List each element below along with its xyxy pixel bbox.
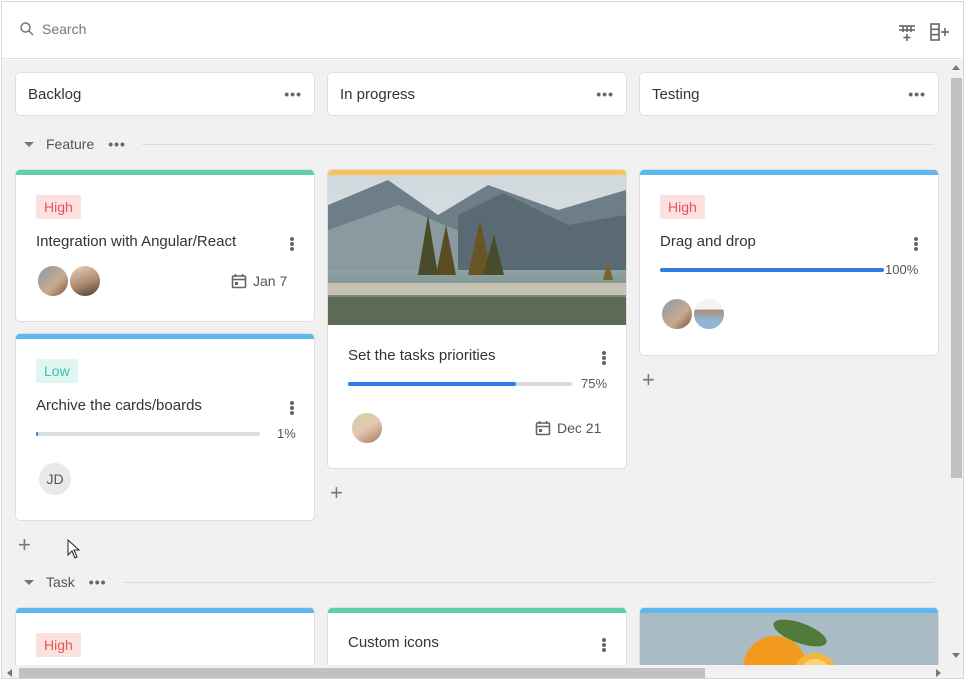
- card-menu-icon[interactable]: [914, 237, 918, 251]
- card-accent-bar: [16, 170, 314, 175]
- scroll-left-icon[interactable]: [7, 669, 12, 677]
- card-archive[interactable]: Low Archive the cards/boards 1% JD: [15, 333, 315, 521]
- card-title: Archive the cards/boards: [36, 397, 202, 414]
- scroll-thumb[interactable]: [951, 78, 962, 478]
- due-date-text: Jan 7: [253, 273, 288, 289]
- card-accent-bar: [328, 608, 626, 613]
- progress-percent: 75%: [581, 376, 608, 391]
- scroll-up-icon[interactable]: [952, 65, 960, 70]
- row-header-feature: Feature •••: [24, 136, 934, 152]
- priority-badge: High: [36, 195, 81, 219]
- horizontal-scrollbar[interactable]: [2, 665, 963, 678]
- add-card-button[interactable]: +: [18, 534, 31, 556]
- column-title: In progress: [340, 85, 416, 103]
- add-column-icon[interactable]: [896, 21, 918, 43]
- card-menu-icon[interactable]: [602, 638, 606, 652]
- card-menu-icon[interactable]: [290, 237, 294, 251]
- column-menu-icon[interactable]: •••: [284, 87, 302, 101]
- progress-bar: [36, 432, 260, 436]
- progress-fill: [348, 382, 516, 386]
- card-oranges[interactable]: [639, 607, 939, 665]
- calendar-icon: [535, 421, 551, 436]
- column-header-backlog: Backlog •••: [15, 72, 315, 116]
- add-card-button[interactable]: +: [642, 369, 655, 391]
- progress-percent: 100%: [885, 262, 919, 277]
- progress-bar: [348, 382, 572, 386]
- progress-fill: [36, 432, 39, 436]
- column-menu-icon[interactable]: •••: [596, 87, 614, 101]
- card-priorities[interactable]: Set the tasks priorities 75% Dec 21: [327, 169, 627, 469]
- avatar: [68, 264, 102, 298]
- row-header-task: Task •••: [24, 574, 934, 590]
- vertical-scrollbar[interactable]: [948, 60, 963, 665]
- add-row-icon[interactable]: [928, 21, 950, 43]
- card-task-high[interactable]: High: [15, 607, 315, 665]
- card-menu-icon[interactable]: [290, 401, 294, 415]
- card-cover-image: [640, 613, 938, 665]
- row-menu-icon[interactable]: •••: [108, 137, 126, 151]
- row-divider: [122, 581, 934, 583]
- collapse-caret-icon[interactable]: [24, 141, 34, 147]
- card-accent-bar: [640, 170, 938, 175]
- card-cover-image: [328, 175, 626, 325]
- due-date: Jan 7: [231, 273, 287, 289]
- column-title: Backlog: [28, 85, 82, 103]
- scroll-right-icon[interactable]: [936, 669, 941, 677]
- card-accent-bar: [16, 608, 314, 613]
- card-title: Set the tasks priorities: [348, 347, 496, 364]
- card-title: Drag and drop: [660, 233, 756, 250]
- avatar: JD: [37, 461, 73, 497]
- priority-badge: High: [660, 195, 705, 219]
- row-divider: [141, 143, 934, 145]
- search-box[interactable]: [18, 20, 342, 38]
- search-icon: [20, 22, 34, 36]
- board-area: Backlog ••• In progress ••• Testing ••• …: [2, 60, 948, 665]
- row-menu-icon[interactable]: •••: [89, 575, 107, 589]
- priority-badge: Low: [36, 359, 78, 383]
- card-drag-and-drop[interactable]: High Drag and drop 100%: [639, 169, 939, 356]
- card-accent-bar: [16, 334, 314, 339]
- scroll-thumb[interactable]: [19, 668, 705, 678]
- due-date-text: Dec 21: [557, 420, 602, 436]
- row-title: Feature: [46, 136, 95, 152]
- card-title: Custom icons: [348, 634, 439, 651]
- priority-badge: High: [36, 633, 81, 657]
- avatar: [36, 264, 70, 298]
- row-title: Task: [46, 574, 75, 590]
- calendar-icon: [231, 274, 247, 289]
- card-integration[interactable]: High Integration with Angular/React Jan …: [15, 169, 315, 322]
- progress-percent: 1%: [277, 426, 296, 441]
- kanban-widget: Backlog ••• In progress ••• Testing ••• …: [1, 1, 964, 679]
- mouse-cursor-icon: [67, 539, 81, 559]
- column-title: Testing: [652, 85, 700, 103]
- search-input[interactable]: [42, 21, 342, 37]
- column-menu-icon[interactable]: •••: [908, 87, 926, 101]
- avatar: [660, 297, 694, 331]
- progress-bar: [660, 268, 884, 272]
- card-title: Integration with Angular/React: [36, 233, 237, 250]
- toolbar: [2, 2, 963, 59]
- column-header-in-progress: In progress •••: [327, 72, 627, 116]
- progress-fill: [660, 268, 884, 272]
- card-menu-icon[interactable]: [602, 351, 606, 365]
- due-date: Dec 21: [535, 420, 601, 436]
- column-header-testing: Testing •••: [639, 72, 939, 116]
- collapse-caret-icon[interactable]: [24, 579, 34, 585]
- add-card-button[interactable]: +: [330, 482, 343, 504]
- avatar: [692, 297, 726, 331]
- card-custom-icons[interactable]: Custom icons: [327, 607, 627, 665]
- avatar: [350, 411, 384, 445]
- scroll-down-icon[interactable]: [952, 653, 960, 658]
